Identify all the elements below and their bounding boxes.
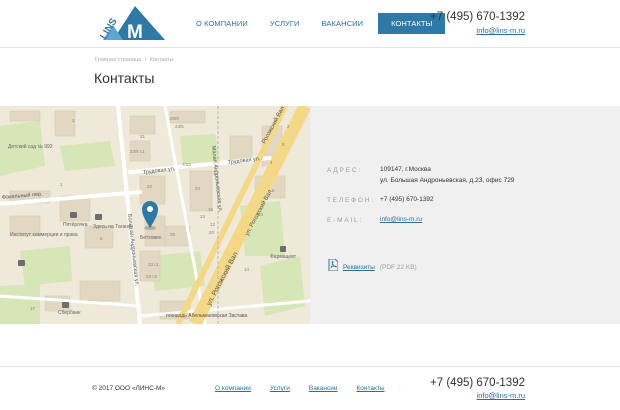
map-building-number: 23 — [195, 186, 201, 191]
footer-link-services[interactable]: Услуги — [270, 385, 290, 392]
map-building-number: 14 — [244, 267, 250, 272]
map-building-number: 16 — [208, 207, 214, 212]
pdf-icon — [328, 258, 339, 276]
nav-item-services[interactable]: Услуги — [259, 13, 311, 34]
copyright: © 2017 ООО «ЛИНС-М» — [92, 385, 165, 392]
bank-icon — [62, 302, 69, 308]
map-building-number: 23 с2 — [146, 274, 158, 279]
address-line-1: 109147, г.Москва — [380, 166, 431, 173]
address-line-2: ул. Большая Андроньевская, д.23, офис 72… — [380, 177, 515, 184]
map-building-number: 21 — [140, 134, 146, 139]
map-poi-label: Пятёрочка — [63, 222, 88, 228]
nav-item-about[interactable]: О компании — [185, 13, 259, 34]
requisites-row: Реквизиты (PDF 22 KB) — [328, 258, 417, 276]
map-poi-label: Бетховен — [140, 235, 162, 241]
map-poi-label: Институт коммерции и права — [10, 232, 78, 238]
pharmacy-icon — [280, 246, 286, 252]
map-building-number: 24 — [200, 214, 206, 219]
header-divider — [0, 47, 620, 48]
breadcrumb: Главная страница / Контакты — [95, 57, 174, 63]
contact-panel: Адрес: 109147, г.Москва ул. Большая Андр… — [310, 106, 620, 324]
shop-icon — [70, 212, 77, 218]
map-building-number: 7/13 — [182, 162, 191, 167]
footer-email[interactable]: info@lins-m.ru — [477, 391, 525, 400]
footer-phone[interactable]: +7 (495) 670-1392 — [430, 377, 525, 389]
map-poi-label: Фармацевт — [270, 254, 297, 260]
map-building-number: 25/9 — [170, 116, 179, 121]
requisites-link[interactable]: Реквизиты — [343, 264, 375, 271]
map-building-number: 10 — [258, 212, 264, 217]
header-email[interactable]: info@lins-m.ru — [477, 26, 525, 35]
map-building-number: 22 — [147, 184, 153, 189]
map-street-label: площадь Абельмановская Застава — [166, 313, 247, 319]
map-building-number: 17 — [30, 306, 36, 311]
education-icon — [18, 260, 25, 266]
map-building-number: 25 — [170, 232, 176, 237]
footer-link-about[interactable]: О компании — [215, 385, 251, 392]
map-poi-label: Здесь на Таганке — [93, 224, 133, 230]
nav-item-vacancies[interactable]: Вакансии — [311, 13, 375, 34]
footer-nav: О компании Услуги Вакансии Контакты — [215, 385, 385, 392]
breadcrumb-home[interactable]: Главная страница — [95, 57, 141, 63]
logo[interactable]: LINS M — [93, 5, 165, 43]
map-street-label: Трудовая ул. — [143, 166, 177, 176]
footer-link-contacts[interactable]: Контакты — [357, 385, 385, 392]
map-building-number: 23/6 с1 — [130, 149, 145, 154]
email-label: E-mail: — [327, 217, 364, 224]
logo-letter: M — [127, 22, 143, 41]
map[interactable]: Трудовая ул. Трудовая ул. Факельный пер.… — [0, 106, 310, 324]
contact-email[interactable]: info@lins-m.ru — [380, 214, 422, 225]
footer-link-vacancies[interactable]: Вакансии — [309, 385, 338, 392]
shop-icon — [95, 214, 102, 220]
requisites-meta: (PDF 22 KB) — [379, 263, 417, 271]
footer-divider — [0, 366, 620, 367]
map-building-number: 23/5 — [175, 124, 184, 129]
map-building-number: 20 — [209, 230, 215, 235]
map-building-number: 23 с1 — [148, 262, 160, 267]
main-nav: О компании Услуги Вакансии Контакты — [185, 13, 446, 34]
breadcrumb-current: Контакты — [149, 57, 174, 63]
map-poi-label: Детский сад № 992 — [8, 143, 53, 150]
page-title: Контакты — [94, 70, 155, 86]
map-poi-label: Сбербанк — [58, 310, 81, 316]
contact-phone[interactable]: +7 (495) 670-1392 — [380, 194, 434, 205]
address-label: Адрес: — [327, 167, 362, 174]
header-phone[interactable]: +7 (495) 670-1392 — [430, 11, 525, 23]
map-building-number: 1 — [60, 182, 63, 187]
breadcrumb-separator: / — [144, 57, 147, 63]
phone-label: Телефон: — [327, 197, 375, 204]
map-building-number: 12 — [210, 222, 216, 227]
